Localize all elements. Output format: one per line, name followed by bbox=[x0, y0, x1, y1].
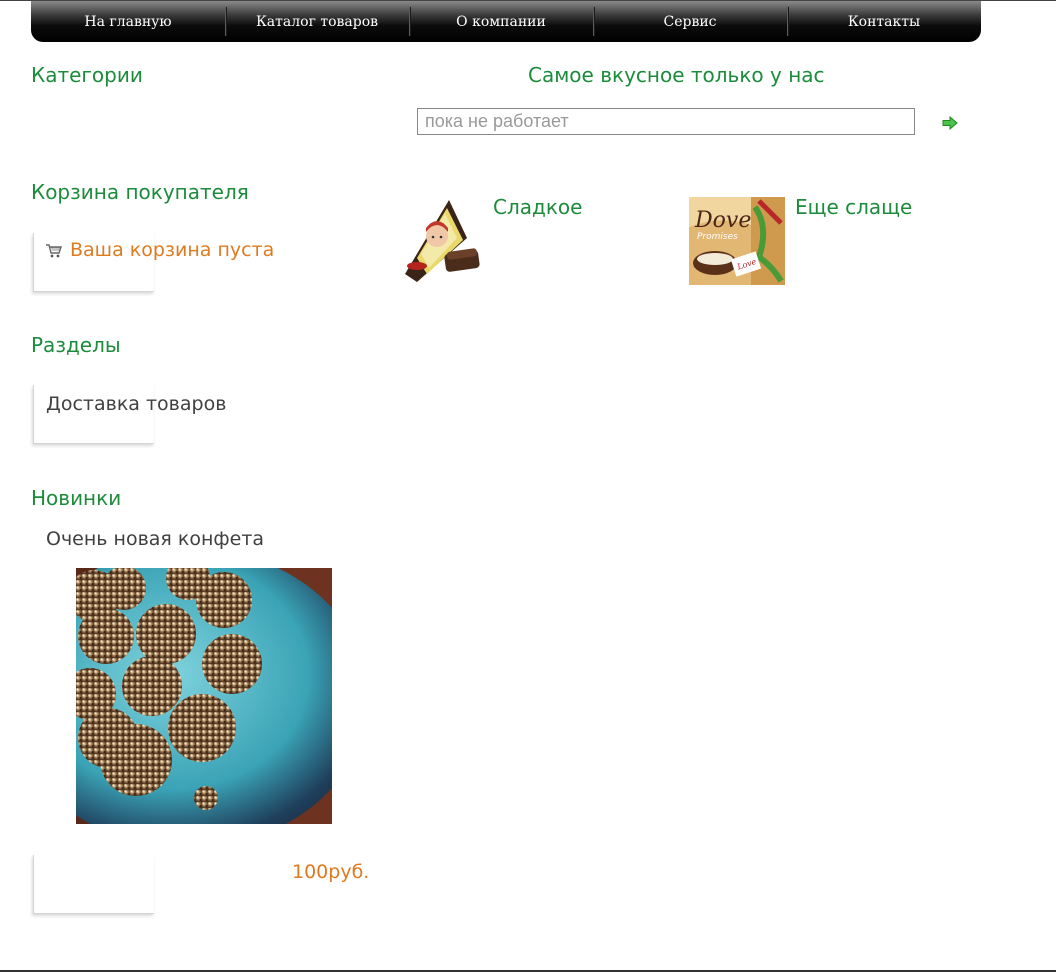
category-link-sweet[interactable]: Сладкое bbox=[493, 195, 582, 219]
nav-item-service[interactable]: Сервис bbox=[593, 1, 787, 42]
section-link-delivery[interactable]: Доставка товаров bbox=[46, 393, 226, 415]
nav-item-catalog[interactable]: Каталог товаров bbox=[225, 1, 409, 42]
category-link-sweeter[interactable]: Еще слаще bbox=[795, 195, 912, 219]
new-products-heading: Новинки bbox=[31, 486, 122, 510]
new-product-name[interactable]: Очень новая конфета bbox=[46, 528, 264, 550]
search-input[interactable] bbox=[417, 108, 915, 135]
sections-heading: Разделы bbox=[31, 333, 121, 357]
nav-item-home[interactable]: На главную bbox=[31, 1, 225, 42]
main-nav: На главную Каталог товаров О компании Се… bbox=[31, 1, 981, 42]
nav-item-contacts[interactable]: Контакты bbox=[787, 1, 981, 42]
tagline: Самое вкусное только у нас bbox=[528, 63, 825, 87]
cart-empty-text: Ваша корзина пуста bbox=[70, 239, 275, 261]
svg-text:Dove: Dove bbox=[694, 208, 751, 233]
cart-heading: Корзина покупателя bbox=[31, 180, 249, 204]
cart-status[interactable]: Ваша корзина пуста bbox=[46, 239, 274, 261]
svg-text:Promises: Promises bbox=[697, 232, 738, 242]
categories-heading: Категории bbox=[31, 63, 143, 87]
category-thumbnail-sweet[interactable] bbox=[387, 196, 483, 284]
shopping-cart-icon bbox=[46, 243, 62, 258]
search-go-arrow-icon[interactable] bbox=[942, 115, 958, 131]
price-box bbox=[33, 855, 154, 914]
new-product-price: 100руб. bbox=[292, 861, 370, 883]
category-thumbnail-sweeter[interactable]: Dove Promises Love bbox=[689, 197, 785, 285]
nav-item-about[interactable]: О компании bbox=[409, 1, 593, 42]
new-product-image[interactable] bbox=[76, 568, 332, 824]
